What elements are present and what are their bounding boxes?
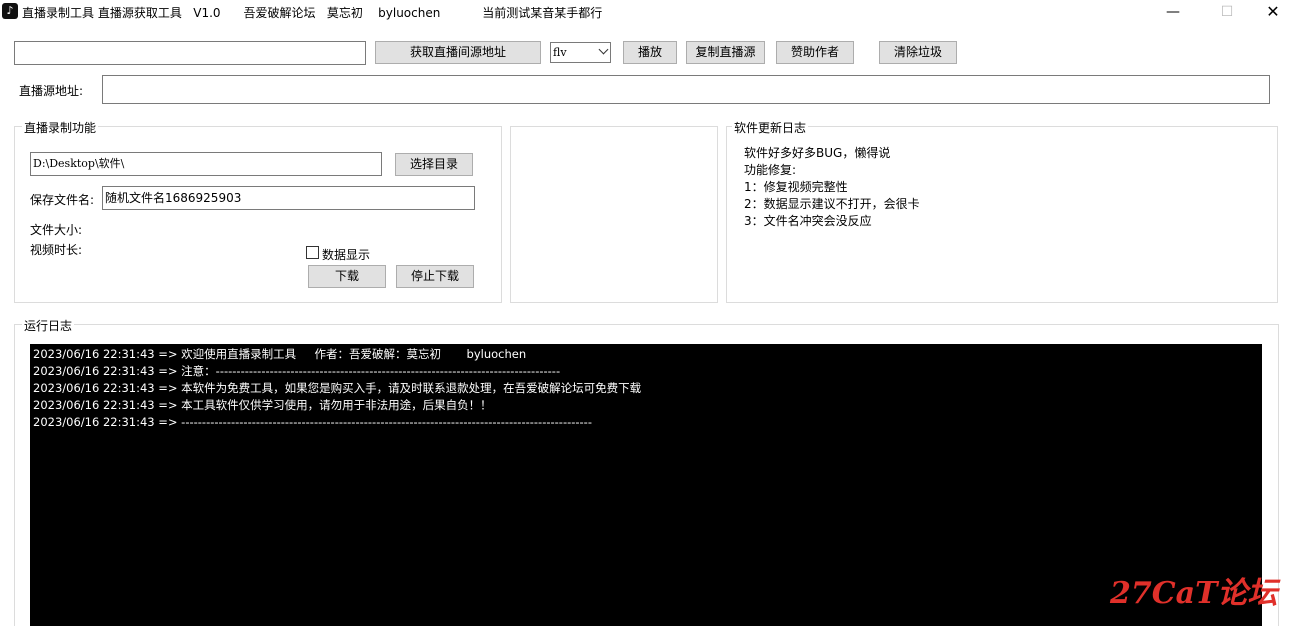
log-line: 2023/06/16 22:31:43 => 本工具软件仅供学习使用，请勿用于非… (33, 398, 492, 412)
filesize-label: 文件大小: (30, 223, 83, 237)
source-address-field[interactable] (102, 75, 1270, 104)
filename-label: 保存文件名: (30, 193, 95, 207)
changelog-group-title: 软件更新日志 (732, 119, 809, 136)
stop-download-button[interactable]: 停止下载 (396, 265, 474, 288)
play-button[interactable]: 播放 (623, 41, 677, 64)
log-line: 2023/06/16 22:31:43 => 注意：--------------… (33, 364, 561, 378)
title-bar: ♪ 直播录制工具 直播源获取工具 V1.0 吾爱破解论坛 莫忘初 byluoch… (0, 0, 1289, 24)
download-button[interactable]: 下载 (308, 265, 386, 288)
log-line: 2023/06/16 22:31:43 => -----------------… (33, 415, 592, 429)
choose-directory-button[interactable]: 选择目录 (395, 153, 473, 176)
changelog-text: 软件好多好多BUG，懒得说 功能修复: 1：修复视频完整性 2：数据显示建议不打… (744, 145, 920, 230)
minimize-button[interactable]: — (1150, 0, 1196, 24)
maximize-button[interactable]: ☐ (1204, 0, 1250, 24)
copy-source-button[interactable]: 复制直播源 (686, 41, 765, 64)
changelog-line: 2：数据显示建议不打开，会很卡 (744, 197, 920, 211)
data-display-label: 数据显示 (322, 248, 371, 262)
forum-watermark: 27CaT论坛 (1110, 576, 1278, 611)
filename-input[interactable]: 随机文件名1686925903 (102, 186, 475, 210)
changelog-line: 功能修复: (744, 163, 797, 177)
tiktok-icon: ♪ (2, 3, 18, 19)
preview-panel (510, 126, 718, 303)
data-display-checkbox[interactable] (306, 246, 319, 259)
sponsor-author-button[interactable]: 赞助作者 (776, 41, 854, 64)
changelog-line: 软件好多好多BUG，懒得说 (744, 146, 891, 160)
duration-label: 视频时长: (30, 243, 83, 257)
record-group-title: 直播录制功能 (22, 119, 99, 136)
window-title: 直播录制工具 直播源获取工具 V1.0 吾爱破解论坛 莫忘初 byluochen… (22, 6, 603, 20)
source-address-label: 直播源地址: (19, 84, 84, 98)
log-line: 2023/06/16 22:31:43 => 本软件为免费工具，如果您是购买入手… (33, 381, 642, 395)
fetch-source-button[interactable]: 获取直播间源地址 (375, 41, 541, 64)
close-button[interactable]: ✕ (1250, 0, 1289, 24)
save-directory-input[interactable]: D:\Desktop\软件\ (30, 152, 382, 176)
clear-junk-button[interactable]: 清除垃圾 (879, 41, 957, 64)
format-select-value: flv (553, 46, 567, 59)
runlog-textarea[interactable]: 2023/06/16 22:31:43 => 欢迎使用直播录制工具 作者：吾爱破… (30, 344, 1262, 626)
log-line: 2023/06/16 22:31:43 => 欢迎使用直播录制工具 作者：吾爱破… (33, 347, 527, 361)
live-url-input[interactable] (14, 41, 366, 65)
chevron-down-icon (598, 44, 609, 55)
changelog-line: 1：修复视频完整性 (744, 180, 848, 194)
runlog-group-title: 运行日志 (22, 317, 75, 334)
changelog-line: 3：文件名冲突会没反应 (744, 214, 872, 228)
format-select[interactable]: flv (550, 42, 611, 63)
